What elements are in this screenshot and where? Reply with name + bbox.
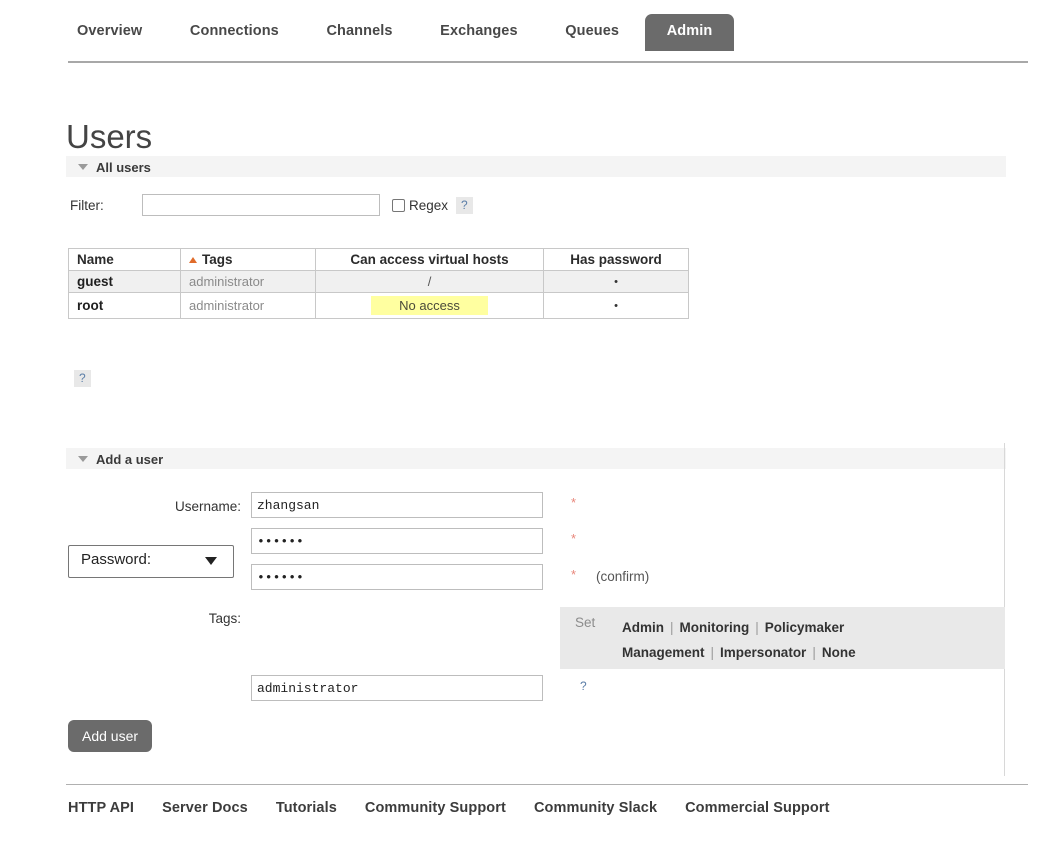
section-header-add-user-label: Add a user xyxy=(96,452,164,468)
sort-ascending-icon xyxy=(189,257,197,264)
tags-label: Tags: xyxy=(208,611,241,626)
password-confirm-required-star: * xyxy=(571,567,577,582)
add-user-button[interactable]: Add user xyxy=(68,720,153,752)
password-confirm-note: (confirm) xyxy=(596,569,650,584)
main-navigation: Overview Connections Channels Exchanges … xyxy=(0,14,1045,63)
user-vhosts-cell: No access xyxy=(315,292,544,319)
nav-tab-overview[interactable]: Overview xyxy=(55,14,164,51)
nav-tab-admin[interactable]: Admin xyxy=(644,14,735,51)
filter-help-icon[interactable]: ? xyxy=(456,196,473,214)
username-input[interactable] xyxy=(251,492,543,518)
section-header-add-user[interactable]: Add a user xyxy=(66,447,1006,469)
page-title: Users xyxy=(66,118,153,156)
tag-separator: | xyxy=(710,645,715,660)
password-type-select-value: Password: xyxy=(81,551,152,568)
section-header-all-users-label: All users xyxy=(96,160,151,176)
nav-tab-admin-link[interactable]: Admin xyxy=(644,14,735,51)
footer-link-commercial-support[interactable]: Commercial Support xyxy=(685,800,829,816)
tag-separator: | xyxy=(670,620,674,635)
footer-link-community-support[interactable]: Community Support xyxy=(365,800,506,816)
username-label: Username: xyxy=(174,499,241,514)
tag-preset-admin[interactable]: Admin xyxy=(622,620,664,635)
user-name-cell[interactable]: root xyxy=(68,292,181,319)
footer-links: HTTP API Server Docs Tutorials Community Su… xyxy=(68,800,858,816)
chevron-down-icon xyxy=(205,557,217,565)
column-header-tags[interactable]: Tags xyxy=(180,248,316,271)
users-table-help-icon[interactable]: ? xyxy=(74,370,91,387)
triangle-down-icon xyxy=(78,455,88,462)
nav-tab-connections-link[interactable]: Connections xyxy=(168,14,301,51)
filter-row: Filter: Regex? xyxy=(70,194,473,220)
user-tags-cell: administrator xyxy=(180,270,316,293)
page-root: Overview Connections Channels Exchanges … xyxy=(0,0,1045,848)
nav-tab-exchanges-link[interactable]: Exchanges xyxy=(418,14,539,51)
tag-separator: | xyxy=(812,645,816,660)
regex-checkbox[interactable] xyxy=(392,198,405,212)
nav-tab-overview-link[interactable]: Overview xyxy=(55,14,164,51)
nav-tab-queues-link[interactable]: Queues xyxy=(543,14,641,51)
user-tags-cell: administrator xyxy=(180,292,316,319)
users-table: Name Tags Can access virtual hosts Has p… xyxy=(68,248,689,319)
tags-help-icon[interactable]: ? xyxy=(575,678,592,695)
footer-link-http-api[interactable]: HTTP API xyxy=(68,800,134,816)
nav-tab-channels[interactable]: Channels xyxy=(304,14,414,51)
tag-preset-none[interactable]: None xyxy=(822,645,856,660)
password-input[interactable] xyxy=(251,528,543,554)
username-required-star: * xyxy=(571,495,577,510)
nav-tab-queues[interactable]: Queues xyxy=(543,14,641,51)
footer-link-server-docs[interactable]: Server Docs xyxy=(162,800,248,816)
section-header-all-users[interactable]: All users xyxy=(66,155,1006,177)
set-label: Set xyxy=(575,615,596,630)
user-vhosts-cell: / xyxy=(315,270,544,293)
table-row[interactable]: root administrator No access • xyxy=(68,292,689,319)
users-table-head: Name Tags Can access virtual hosts Has p… xyxy=(68,248,689,271)
filter-input[interactable] xyxy=(142,194,380,216)
footer-link-community-slack[interactable]: Community Slack xyxy=(534,800,657,816)
nav-tab-channels-link[interactable]: Channels xyxy=(304,14,414,51)
password-confirm-input[interactable] xyxy=(251,564,543,590)
triangle-down-icon xyxy=(78,163,88,170)
users-table-body: guest administrator / • root administrat… xyxy=(68,270,689,319)
tag-separator: | xyxy=(755,620,759,635)
tag-presets-panel: Set Admin | Monitoring | Policymaker Managem… xyxy=(560,607,1005,669)
footer-link-tutorials[interactable]: Tutorials xyxy=(276,800,337,816)
table-row[interactable]: guest administrator / • xyxy=(68,270,689,293)
tags-input[interactable] xyxy=(251,675,543,701)
tag-preset-links: Admin | Monitoring | Policymaker Management |… xyxy=(622,615,1012,665)
nav-underline xyxy=(68,61,1028,63)
tag-preset-monitoring[interactable]: Monitoring xyxy=(680,620,750,635)
regex-label: Regex xyxy=(409,197,449,213)
nav-tab-exchanges[interactable]: Exchanges xyxy=(418,14,539,51)
nav-tab-list: Overview Connections Channels Exchanges … xyxy=(55,14,735,51)
user-name-cell[interactable]: guest xyxy=(68,270,181,293)
footer-divider xyxy=(66,784,1028,785)
tag-preset-impersonator[interactable]: Impersonator xyxy=(720,645,806,660)
column-header-name[interactable]: Name xyxy=(68,248,181,271)
user-has-password-cell: • xyxy=(543,292,689,319)
user-has-password-cell: • xyxy=(543,270,689,293)
password-required-star: * xyxy=(571,531,577,546)
column-header-vhosts[interactable]: Can access virtual hosts xyxy=(315,248,544,271)
column-header-has-password[interactable]: Has password xyxy=(543,248,689,271)
no-access-badge: No access xyxy=(371,296,488,315)
tag-preset-policymaker[interactable]: Policymaker xyxy=(765,620,845,635)
users-table-header-row: Name Tags Can access virtual hosts Has p… xyxy=(68,248,689,271)
nav-tab-connections[interactable]: Connections xyxy=(168,14,301,51)
column-header-tags-label: Tags xyxy=(202,252,233,267)
tag-preset-management[interactable]: Management xyxy=(622,645,705,660)
password-type-select[interactable]: Password: xyxy=(68,545,234,578)
filter-label: Filter: xyxy=(70,197,104,213)
